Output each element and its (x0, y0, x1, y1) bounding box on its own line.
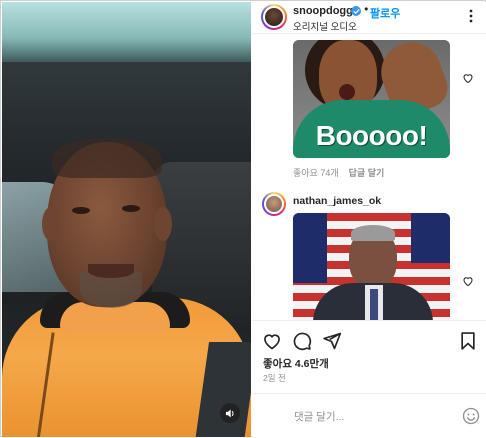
comment-input[interactable] (294, 408, 444, 426)
person-mouth (88, 264, 134, 278)
share-icon[interactable] (322, 331, 342, 351)
author-avatar[interactable] (261, 4, 287, 30)
emoji-icon[interactable] (462, 407, 480, 425)
post-timestamp[interactable]: 2일 전 (263, 372, 286, 384)
post-actions: 좋아요 4.6만개 2일 전 (252, 320, 486, 437)
reply-button[interactable]: 답글 달기 (349, 168, 385, 178)
left-ear (42, 207, 60, 241)
comment-gif-obama[interactable] (293, 213, 450, 320)
post-header: snoopdogg • 팔로우 오리지널 오디오 (252, 2, 486, 34)
like-heart-icon[interactable] (262, 331, 282, 351)
right-ear (154, 207, 172, 241)
comment-bar (252, 393, 486, 438)
more-options-icon[interactable] (464, 4, 478, 28)
person-hair (52, 138, 162, 178)
verified-icon (351, 6, 361, 16)
commenter-avatar[interactable] (262, 192, 286, 216)
car-window (2, 2, 251, 62)
reel-video[interactable] (2, 2, 251, 437)
author-username[interactable]: snoopdogg (293, 5, 353, 17)
left-eye (72, 207, 90, 214)
post-sidebar: snoopdogg • 팔로우 오리지널 오디오 Booooo! 좋아요 74개… (252, 2, 486, 437)
bookmark-icon[interactable] (458, 331, 478, 351)
audio-label[interactable]: 오리지널 오디오 (293, 19, 357, 33)
sound-icon (225, 408, 234, 418)
heart-icon[interactable] (462, 275, 474, 287)
post-likes-count[interactable]: 좋아요 4.6만개 (263, 356, 329, 371)
heart-icon[interactable] (462, 72, 474, 84)
comment-gif-booooo[interactable]: Booooo! (293, 40, 450, 158)
follow-button[interactable]: 팔로우 (370, 5, 400, 21)
gif-caption: Booooo! (315, 120, 428, 151)
comments-list[interactable]: Booooo! 좋아요 74개 답글 달기 nathan_james_ok (252, 34, 486, 320)
header-separator: • (363, 3, 370, 16)
right-eye (122, 205, 140, 212)
comment-likes[interactable]: 좋아요 74개 (293, 168, 339, 178)
comment-meta: 좋아요 74개 답글 달기 (293, 166, 384, 179)
post-frame: snoopdogg • 팔로우 오리지널 오디오 Booooo! 좋아요 74개… (0, 0, 486, 437)
comment-icon[interactable] (292, 331, 312, 351)
sound-toggle-button[interactable] (220, 403, 240, 423)
commenter-username[interactable]: nathan_james_ok (293, 195, 381, 207)
